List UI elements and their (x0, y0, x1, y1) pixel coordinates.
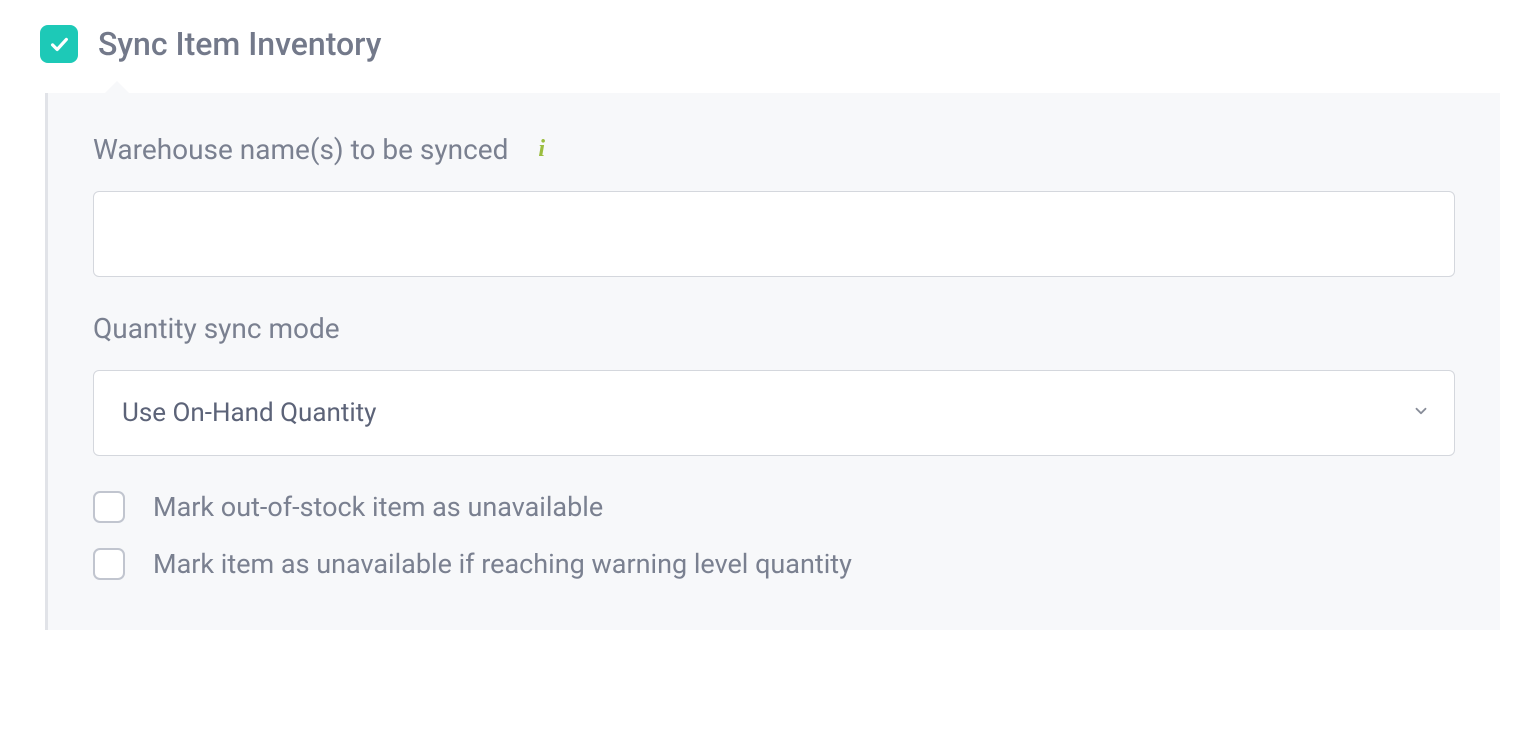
out-of-stock-label: Mark out-of-stock item as unavailable (153, 491, 603, 523)
out-of-stock-option-row: Mark out-of-stock item as unavailable (93, 491, 1455, 523)
section-header: Sync Item Inventory (40, 25, 1500, 63)
warehouse-label: Warehouse name(s) to be synced (93, 133, 508, 166)
warehouse-field-group: Warehouse name(s) to be synced i (93, 133, 1455, 277)
warehouse-input[interactable] (93, 191, 1455, 277)
quantity-mode-label: Quantity sync mode (93, 312, 1455, 345)
quantity-mode-field-group: Quantity sync mode Use On-Hand Quantity (93, 312, 1455, 456)
quantity-mode-select-wrapper: Use On-Hand Quantity (93, 370, 1455, 456)
info-icon[interactable]: i (538, 136, 545, 163)
section-title: Sync Item Inventory (98, 25, 381, 63)
out-of-stock-checkbox[interactable] (93, 491, 125, 523)
check-icon (48, 33, 70, 55)
quantity-mode-selected-value: Use On-Hand Quantity (122, 398, 376, 428)
settings-panel: Warehouse name(s) to be synced i Quantit… (45, 93, 1500, 630)
warehouse-label-row: Warehouse name(s) to be synced i (93, 133, 1455, 166)
sync-inventory-checkbox[interactable] (40, 25, 78, 63)
quantity-mode-select[interactable]: Use On-Hand Quantity (93, 370, 1455, 456)
warning-level-label: Mark item as unavailable if reaching war… (153, 548, 852, 580)
warning-level-option-row: Mark item as unavailable if reaching war… (93, 548, 1455, 580)
warning-level-checkbox[interactable] (93, 548, 125, 580)
